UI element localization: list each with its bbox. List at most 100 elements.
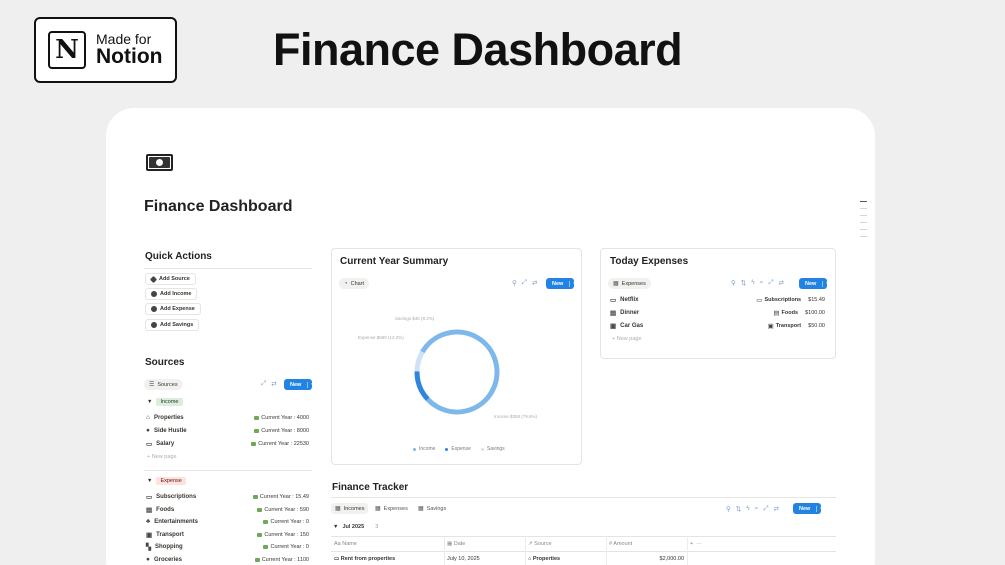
legend-savings[interactable]: Savings — [480, 446, 505, 452]
add-income-button[interactable]: Add Income — [145, 288, 198, 300]
chevron-down-icon[interactable]: ▾ — [569, 280, 576, 287]
list-item[interactable]: ▣ Car Gas ▣ Transport $50.00 — [610, 322, 825, 330]
badge-line2: Notion — [96, 45, 163, 69]
donut-slice-income[interactable] — [412, 327, 502, 417]
chevron-down-icon[interactable]: ▾ — [816, 505, 823, 512]
donut-slice-savings[interactable] — [412, 327, 502, 417]
list-item[interactable]: ▭ Netflix ▭ Subscriptions $15.49 — [610, 296, 825, 304]
tab-expenses[interactable]: ▦ Expenses — [608, 278, 651, 289]
money-icon — [254, 415, 260, 420]
tab-expenses-tracker[interactable]: ▦ Expenses — [371, 503, 412, 514]
expand-icon[interactable]: ⤢ — [261, 380, 266, 388]
calendar-icon: ▦ — [447, 541, 453, 547]
today-new-button[interactable]: New ▾ — [799, 278, 829, 289]
tab-savings[interactable]: ▦ Savings — [414, 503, 450, 514]
house-icon: ⌂ — [146, 414, 150, 421]
tab-incomes[interactable]: ▦ Incomes — [331, 503, 369, 514]
search-icon[interactable]: ⌕ — [755, 505, 759, 513]
donut-slice-expense[interactable] — [412, 327, 502, 417]
income-group-header[interactable]: ▼ Income — [147, 398, 183, 406]
summary-toolbar: ⚲ ⤢ ⇄ — [512, 279, 537, 287]
list-item[interactable]: ▤ Foods Current Year : 590 — [146, 506, 309, 514]
sources-new-button[interactable]: New ▾ — [284, 379, 314, 390]
quick-actions-title: Quick Actions — [145, 251, 212, 262]
money-icon — [254, 557, 260, 562]
add-expense-button[interactable]: Add Expense — [145, 303, 201, 315]
column-date[interactable]: ▦ Date — [447, 541, 465, 547]
finance-tracker-title: Finance Tracker — [332, 482, 409, 493]
page-outline-indicator[interactable] — [860, 201, 867, 243]
table-icon: ▦ — [375, 506, 381, 512]
triangle-down-icon[interactable]: ▼ — [147, 478, 152, 484]
settings-icon[interactable]: ⇄ — [271, 380, 276, 388]
food-icon: ▤ — [773, 310, 780, 317]
tab-sources[interactable]: ☰ Sources — [144, 379, 183, 390]
settings-icon[interactable]: ⇄ — [779, 279, 784, 287]
triangle-down-icon[interactable]: ▼ — [333, 524, 338, 530]
money-icon — [257, 533, 263, 537]
chevron-down-icon[interactable]: ▾ — [822, 280, 829, 287]
house-icon: ⌂ — [528, 556, 532, 562]
filter-icon[interactable]: ⚲ — [512, 279, 517, 287]
sort-icon[interactable]: ⇅ — [736, 505, 741, 513]
sources-title: Sources — [145, 357, 185, 368]
lightning-icon[interactable]: ϟ — [746, 505, 749, 513]
filter-icon[interactable]: ⚲ — [726, 505, 731, 513]
add-source-button[interactable]: Add Source — [145, 273, 196, 285]
list-item[interactable]: ● Side Hustle Current Year : 8000 — [146, 427, 309, 434]
money-icon — [252, 495, 258, 499]
search-icon[interactable]: ⌕ — [760, 279, 764, 287]
groceries-icon: ● — [146, 556, 150, 563]
savings-data-label: Savings $46 (8.2%) — [395, 316, 435, 321]
lightning-icon[interactable]: ϟ — [751, 279, 754, 287]
sources-income-new-page[interactable]: + New page — [147, 454, 177, 460]
expand-icon[interactable]: ⤢ — [768, 279, 773, 287]
car-icon: ▣ — [767, 323, 774, 330]
summary-new-button[interactable]: New ▾ — [546, 278, 576, 289]
expand-icon[interactable]: ⤢ — [522, 279, 527, 287]
table-row-source[interactable]: ⌂ Properties — [528, 556, 560, 562]
tracker-group-header[interactable]: ▼ Jul 2025 3 — [333, 524, 378, 530]
plus-circle-icon — [151, 306, 157, 312]
filter-icon[interactable]: ⚲ — [731, 279, 736, 287]
text-icon: Aa — [334, 541, 341, 547]
tab-chart[interactable]: ◔ Chart — [339, 278, 370, 289]
table-icon: ▦ — [418, 506, 424, 512]
circle-icon: ● — [146, 427, 150, 434]
add-column-button[interactable]: + ··· — [690, 541, 702, 547]
column-amount[interactable]: # Amount — [609, 541, 632, 547]
today-new-page[interactable]: + New page — [612, 336, 642, 342]
legend-expense[interactable]: Expense — [445, 446, 471, 452]
list-item[interactable]: ● Groceries Current Year : 1100 — [146, 556, 309, 563]
food-icon: ▤ — [146, 507, 153, 514]
today-expenses-panel: Today Expenses ▦ Expenses ⚲ ⇅ ϟ ⌕ ⤢ ⇄ New ▾ ▭ Ne… — [600, 248, 836, 359]
list-item[interactable]: ▭ Salary Current Year : 22530 — [146, 440, 309, 448]
list-item[interactable]: ▣ Transport Current Year : 150 — [146, 531, 309, 539]
money-icon[interactable] — [146, 154, 173, 171]
table-row-name[interactable]: ▭ Rent from properties — [334, 556, 395, 562]
table-row-amount[interactable]: $2,000.00 — [609, 556, 684, 562]
entertainment-icon: ♣ — [146, 518, 151, 525]
triangle-down-icon[interactable]: ▼ — [147, 399, 152, 405]
expense-group-header[interactable]: ▼ Expense — [147, 477, 186, 485]
today-toolbar: ⚲ ⇅ ϟ ⌕ ⤢ ⇄ — [731, 279, 784, 287]
money-icon: ▭ — [610, 297, 617, 304]
settings-icon[interactable]: ⇄ — [532, 279, 537, 287]
column-source[interactable]: ↗ Source — [528, 541, 552, 547]
tracker-new-button[interactable]: New ▾ — [793, 503, 823, 514]
legend-income[interactable]: Income — [413, 446, 435, 452]
list-item[interactable]: ▚ Shopping Current Year : 0 — [146, 543, 309, 551]
tag-icon — [149, 275, 158, 283]
column-name[interactable]: Aa Name — [334, 541, 357, 547]
add-savings-button[interactable]: Add Savings — [145, 319, 200, 331]
sort-icon[interactable]: ⇅ — [741, 279, 746, 287]
expand-icon[interactable]: ⤢ — [763, 505, 768, 513]
settings-icon[interactable]: ⇄ — [774, 505, 779, 513]
list-item[interactable]: ⌂ Properties Current Year : 4000 — [146, 414, 309, 421]
chevron-down-icon[interactable]: ▾ — [307, 381, 314, 388]
hash-icon: # — [609, 541, 613, 547]
list-item[interactable]: ♣ Entertainments Current Year : 0 — [146, 518, 309, 525]
list-item[interactable]: ▭ Subscriptions Current Year : 15.49 — [146, 493, 309, 501]
list-item[interactable]: ▤ Dinner ▤ Foods $100.00 — [610, 309, 825, 317]
table-row-date[interactable]: July 10, 2025 — [447, 556, 480, 562]
